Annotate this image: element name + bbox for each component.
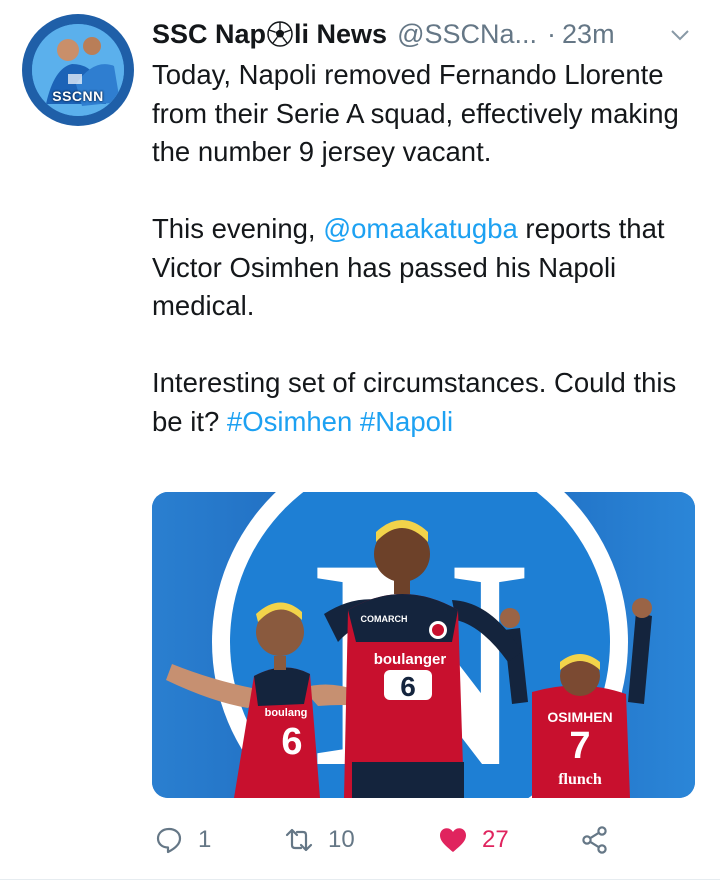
avatar-label: SSCNN (52, 88, 104, 104)
shirt-brand-center: COMARCH (361, 614, 408, 624)
share-icon (582, 826, 607, 854)
author-name[interactable]: SSC Nap li News (152, 19, 387, 50)
hashtag-osimhen[interactable]: #Osimhen (227, 406, 352, 437)
share-button[interactable] (580, 818, 610, 862)
paragraph-2-lead: This evening, (152, 213, 324, 244)
header-separator: · (547, 18, 557, 49)
heart-icon (440, 828, 466, 852)
shirt-number-center: 6 (400, 671, 416, 702)
reply-icon (156, 827, 182, 854)
author-handle[interactable]: @SSCNa... (397, 19, 537, 50)
shirt-number-left: 6 (281, 721, 302, 763)
media-illustration: N boulang 6 OSIMHEN 7 flunch (152, 492, 695, 798)
retweet-button[interactable]: 10 (284, 818, 355, 862)
mention-link[interactable]: @omaakatugba (323, 213, 518, 244)
like-button[interactable]: 27 (438, 818, 509, 862)
football-icon (267, 21, 293, 47)
hashtag-space (352, 406, 360, 437)
author-name-part-1: SSC Nap (152, 18, 267, 49)
retweet-icon (285, 828, 313, 852)
retweet-count: 10 (328, 826, 355, 853)
shirt-sponsor-center: boulanger (374, 651, 447, 668)
reply-button[interactable]: 1 (154, 818, 211, 862)
tweet-media-image[interactable]: N boulang 6 OSIMHEN 7 flunch (152, 492, 695, 798)
reply-count: 1 (198, 826, 212, 853)
shirt-sponsor-right: flunch (558, 771, 602, 788)
tweet-paragraph-1: Today, Napoli removed Fernando Llorente … (152, 59, 679, 167)
shirt-name-right: OSIMHEN (547, 709, 612, 725)
tweet-text: Today, Napoli removed Fernando Llorente … (152, 56, 700, 441)
shirt-sponsor-left: boulang (265, 707, 308, 719)
tweet-header: SSC Nap li News @SSCNa... · 23m (152, 14, 692, 54)
author-name-part-2: li News (294, 18, 388, 49)
hashtag-napoli[interactable]: #Napoli (360, 406, 453, 437)
tweet-actions: 1 10 27 (152, 818, 672, 862)
tweet-paragraph-2: This evening, @omaakatugba reports that … (152, 210, 700, 326)
like-count: 27 (482, 826, 509, 853)
chevron-down-icon[interactable] (668, 23, 692, 47)
shirt-number-right: 7 (569, 725, 590, 767)
tweet-timestamp[interactable]: 23m (562, 19, 615, 50)
tweet-paragraph-3: Interesting set of circumstances. Could … (152, 364, 700, 441)
author-avatar[interactable]: SSCNN (22, 14, 134, 126)
